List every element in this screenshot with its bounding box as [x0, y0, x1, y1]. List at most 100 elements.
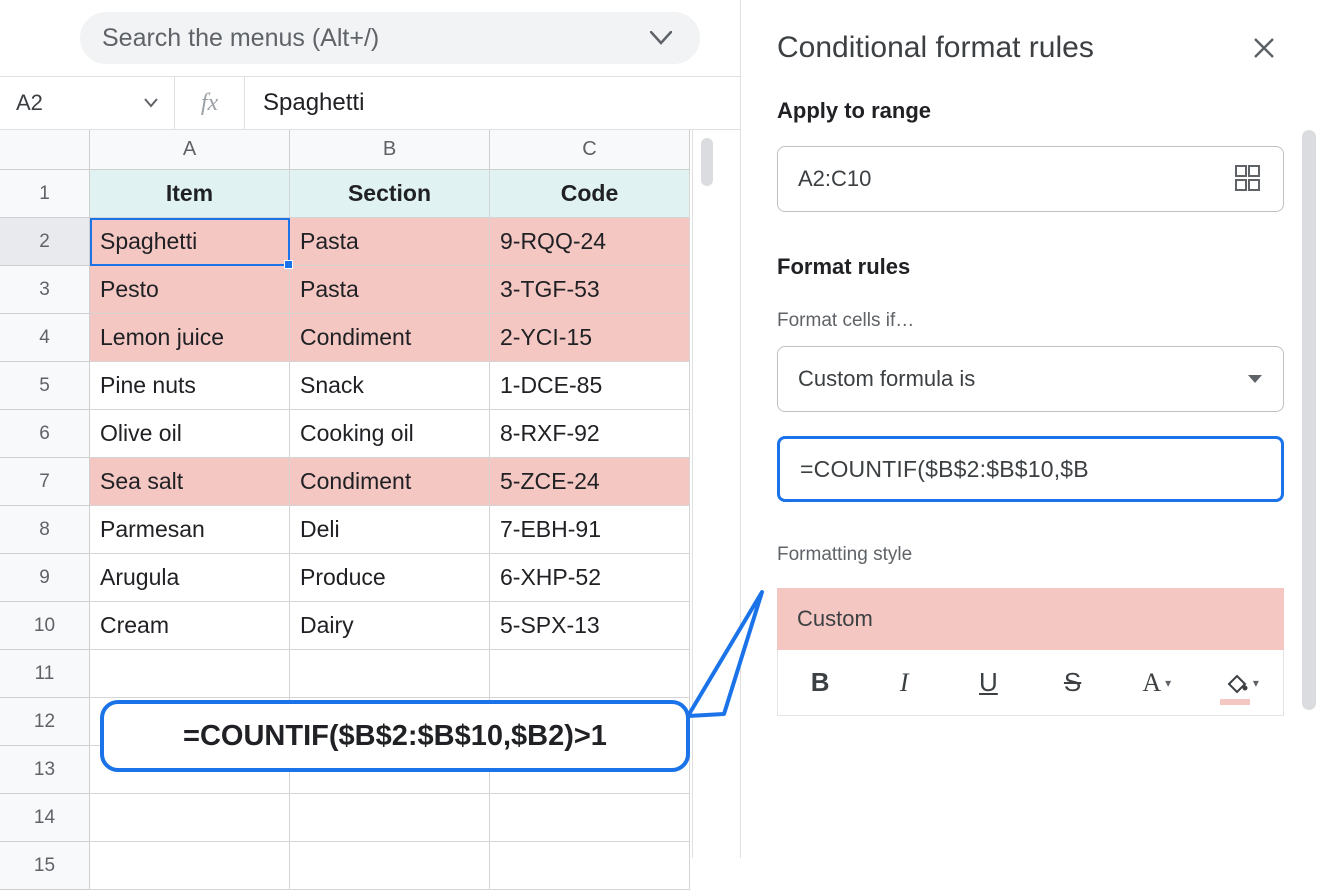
style-preview[interactable]: Custom: [777, 588, 1284, 650]
text-color-button[interactable]: A ▾: [1115, 650, 1199, 715]
close-icon: [1253, 37, 1275, 59]
cell[interactable]: Snack: [290, 362, 490, 410]
cell[interactable]: [90, 650, 290, 698]
formula-callout: =COUNTIF($B$2:$B$10,$B2)>1: [100, 700, 690, 772]
panel-title: Conditional format rules: [777, 31, 1094, 65]
sheet-vertical-scrollbar[interactable]: [692, 130, 720, 858]
cell[interactable]: 8-RXF-92: [490, 410, 690, 458]
table-row: Sea saltCondiment5-ZCE-24: [90, 458, 690, 506]
cell[interactable]: 2-YCI-15: [490, 314, 690, 362]
cell[interactable]: Pasta: [290, 266, 490, 314]
cell[interactable]: Deli: [290, 506, 490, 554]
cell[interactable]: [490, 794, 690, 842]
formula-callout-text: =COUNTIF($B$2:$B$10,$B2)>1: [183, 720, 607, 753]
cell[interactable]: Section: [290, 170, 490, 218]
condition-select[interactable]: Custom formula is: [777, 346, 1284, 412]
cell[interactable]: Pasta: [290, 218, 490, 266]
conditional-format-panel: Conditional format rules Apply to range …: [740, 0, 1320, 858]
custom-formula-input[interactable]: =COUNTIF($B$2:$B$10,$B: [777, 436, 1284, 502]
menu-search[interactable]: Search the menus (Alt+/): [80, 12, 700, 64]
menu-search-placeholder: Search the menus (Alt+/): [102, 24, 379, 53]
row-header[interactable]: 11: [0, 650, 90, 698]
cell[interactable]: [490, 842, 690, 890]
cell[interactable]: Sea salt: [90, 458, 290, 506]
cell[interactable]: Olive oil: [90, 410, 290, 458]
row-header[interactable]: 14: [0, 794, 90, 842]
row-header[interactable]: 13: [0, 746, 90, 794]
close-button[interactable]: [1244, 28, 1284, 68]
caret-down-icon: ▾: [1165, 676, 1171, 690]
cell[interactable]: 9-RQQ-24: [490, 218, 690, 266]
cell[interactable]: 5-ZCE-24: [490, 458, 690, 506]
format-cells-if-label: Format cells if…: [777, 310, 1284, 332]
cell[interactable]: Cooking oil: [290, 410, 490, 458]
row-header[interactable]: 1: [0, 170, 90, 218]
table-row: [90, 794, 690, 842]
cell[interactable]: [290, 794, 490, 842]
apply-range-value: A2:C10: [798, 166, 871, 192]
cell[interactable]: Condiment: [290, 314, 490, 362]
row-header[interactable]: 7: [0, 458, 90, 506]
cell[interactable]: Produce: [290, 554, 490, 602]
column-header[interactable]: A: [90, 130, 290, 170]
row-header[interactable]: 4: [0, 314, 90, 362]
italic-button[interactable]: I: [862, 650, 946, 715]
cell[interactable]: Arugula: [90, 554, 290, 602]
style-preview-text: Custom: [797, 606, 873, 632]
cell[interactable]: Condiment: [290, 458, 490, 506]
condition-value: Custom formula is: [798, 366, 975, 392]
cell[interactable]: 7-EBH-91: [490, 506, 690, 554]
panel-scrollbar[interactable]: [1302, 130, 1316, 710]
cell[interactable]: [290, 650, 490, 698]
table-row: Lemon juiceCondiment2-YCI-15: [90, 314, 690, 362]
style-toolbar: B I U S A ▾ ▾: [777, 650, 1284, 716]
cell[interactable]: Lemon juice: [90, 314, 290, 362]
row-header[interactable]: 10: [0, 602, 90, 650]
row-header[interactable]: 12: [0, 698, 90, 746]
paint-bucket-icon: [1223, 670, 1249, 696]
cell[interactable]: Dairy: [290, 602, 490, 650]
cell[interactable]: [90, 794, 290, 842]
table-row: CreamDairy5-SPX-13: [90, 602, 690, 650]
fill-color-button[interactable]: ▾: [1199, 650, 1283, 715]
scrollbar-thumb[interactable]: [701, 138, 713, 186]
select-all-corner[interactable]: [0, 130, 90, 170]
cell[interactable]: Pesto: [90, 266, 290, 314]
column-header[interactable]: C: [490, 130, 690, 170]
row-header[interactable]: 9: [0, 554, 90, 602]
formatting-style-label: Formatting style: [777, 544, 1284, 566]
row-header[interactable]: 15: [0, 842, 90, 890]
column-header[interactable]: B: [290, 130, 490, 170]
caret-down-icon: ▾: [1253, 676, 1259, 690]
cell[interactable]: Spaghetti: [90, 218, 290, 266]
cell[interactable]: Code: [490, 170, 690, 218]
cell[interactable]: Cream: [90, 602, 290, 650]
custom-formula-value: =COUNTIF($B$2:$B$10,$B: [800, 456, 1089, 483]
name-box[interactable]: A2: [0, 77, 175, 129]
cell[interactable]: Pine nuts: [90, 362, 290, 410]
cell[interactable]: Parmesan: [90, 506, 290, 554]
row-header[interactable]: 5: [0, 362, 90, 410]
row-header[interactable]: 6: [0, 410, 90, 458]
cell[interactable]: 3-TGF-53: [490, 266, 690, 314]
strikethrough-button[interactable]: S: [1031, 650, 1115, 715]
range-picker-icon[interactable]: [1235, 165, 1263, 193]
row-header[interactable]: 3: [0, 266, 90, 314]
cell[interactable]: [90, 842, 290, 890]
apply-range-label: Apply to range: [777, 98, 1284, 124]
table-row: ParmesanDeli7-EBH-91: [90, 506, 690, 554]
cell[interactable]: [290, 842, 490, 890]
row-header[interactable]: 2: [0, 218, 90, 266]
table-row: PestoPasta3-TGF-53: [90, 266, 690, 314]
row-header[interactable]: 8: [0, 506, 90, 554]
table-row: ArugulaProduce6-XHP-52: [90, 554, 690, 602]
caret-down-icon: [1247, 374, 1263, 384]
cell[interactable]: Item: [90, 170, 290, 218]
underline-button[interactable]: U: [946, 650, 1030, 715]
table-row: SpaghettiPasta9-RQQ-24: [90, 218, 690, 266]
fx-icon: fx: [175, 77, 245, 129]
apply-range-input[interactable]: A2:C10: [777, 146, 1284, 212]
cell[interactable]: 1-DCE-85: [490, 362, 690, 410]
caret-down-icon: [144, 98, 158, 108]
chevron-down-icon: [650, 31, 672, 45]
